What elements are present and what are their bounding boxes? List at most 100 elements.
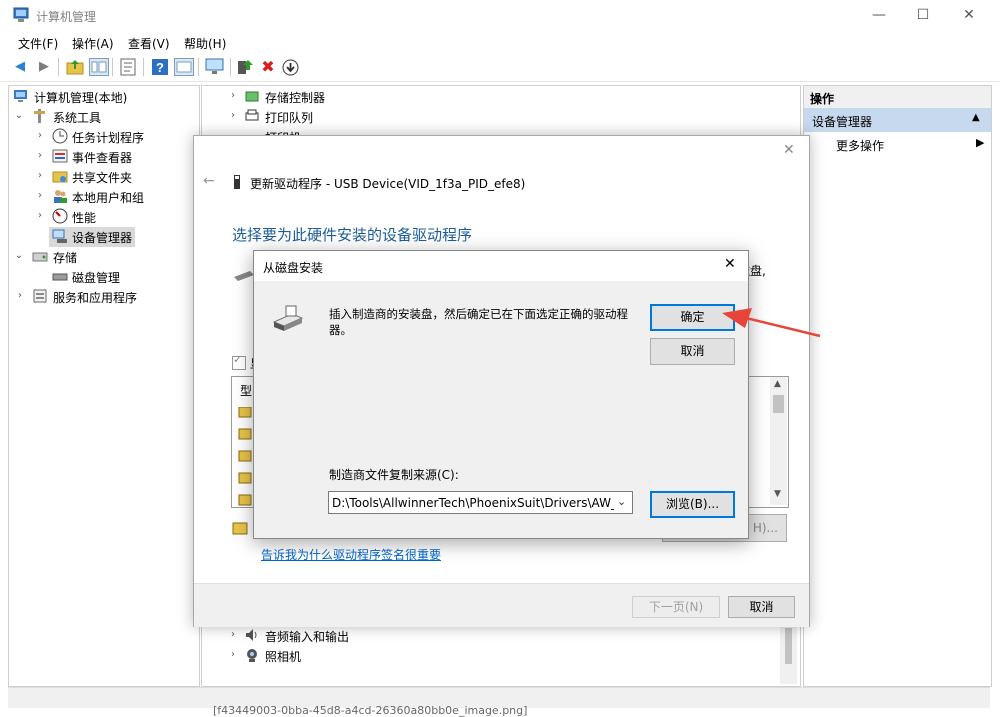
device-category-label: 存储控制器 bbox=[265, 91, 326, 105]
device-category-camera[interactable]: › 照相机 bbox=[202, 646, 782, 666]
console-view-icon[interactable] bbox=[174, 58, 194, 76]
usb-device-icon bbox=[234, 175, 240, 189]
chevron-right-icon[interactable]: › bbox=[34, 190, 46, 201]
chevron-right-icon[interactable]: › bbox=[34, 170, 46, 181]
model-list-scrollbar[interactable]: ▲ ▼ bbox=[770, 377, 787, 505]
camera-icon bbox=[247, 649, 257, 662]
audio-icon bbox=[246, 629, 257, 641]
wizard-cancel-button[interactable]: 取消 bbox=[728, 596, 795, 618]
driver-signing-link[interactable]: 告诉我为什么驱动程序签名很重要 bbox=[261, 546, 441, 563]
scrollbar-thumb[interactable] bbox=[785, 628, 792, 664]
tools-icon bbox=[34, 109, 45, 123]
svg-text:?: ? bbox=[156, 60, 164, 75]
monitor-icon[interactable] bbox=[205, 58, 225, 76]
device-category-storage-controllers[interactable]: › 存储控制器 bbox=[202, 87, 782, 107]
performance-icon bbox=[52, 208, 68, 224]
toolbar-separator bbox=[58, 58, 59, 76]
forward-icon[interactable]: ▶ bbox=[34, 57, 54, 77]
dialog-message-line1: 插入制造商的安装盘，然后确定已在下面选定正确的驱动程 bbox=[329, 307, 628, 321]
help-icon[interactable]: ? bbox=[151, 58, 169, 76]
scroll-down-icon[interactable]: ▼ bbox=[774, 489, 781, 499]
source-label: 制造商文件复制来源(C): bbox=[329, 468, 459, 482]
wizard-heading: 选择要为此硬件安装的设备驱动程序 bbox=[232, 226, 473, 244]
properties-icon[interactable] bbox=[119, 58, 137, 76]
services-icon bbox=[33, 289, 47, 303]
scan-hardware-icon[interactable] bbox=[282, 59, 299, 76]
users-icon bbox=[54, 190, 67, 203]
tree-item-computer-management[interactable]: 计算机管理(本地) bbox=[9, 87, 197, 107]
status-bar: [f43449003-0bba-45d8-a4cd-26360a80bb0e_i… bbox=[8, 687, 990, 717]
device-category-label: 照相机 bbox=[265, 650, 302, 664]
back-arrow-icon[interactable]: ← bbox=[203, 173, 215, 189]
title-bar: 计算机管理 — ☐ ✕ bbox=[0, 0, 1000, 31]
show-hide-tree-icon[interactable] bbox=[89, 58, 109, 76]
chevron-right-icon[interactable]: › bbox=[14, 290, 26, 301]
tree-item-storage[interactable]: ⌄ 存储 bbox=[9, 247, 197, 267]
tree-item-performance[interactable]: › 性能 bbox=[9, 207, 197, 227]
toolbar: ◀ ▶ ? ✖ bbox=[0, 53, 1000, 82]
tree-label: 性能 bbox=[72, 211, 97, 225]
source-path-value: D:\Tools\AllwinnerTech\PhoenixSuit\Drive… bbox=[332, 496, 614, 510]
more-actions-label: 更多操作 bbox=[836, 139, 885, 153]
tree-item-disk-management[interactable]: 磁盘管理 bbox=[9, 267, 197, 287]
chevron-right-icon[interactable]: › bbox=[227, 649, 239, 660]
tree-label: 事件查看器 bbox=[72, 151, 133, 165]
dialog-close-icon[interactable]: ✕ bbox=[724, 256, 736, 272]
tree-item-device-manager[interactable]: 设备管理器 bbox=[49, 227, 135, 247]
tree-item-shared-folders[interactable]: › 共享文件夹 bbox=[9, 167, 197, 187]
driver-icons-column bbox=[238, 407, 252, 506]
dropdown-arrow-icon[interactable]: ⌄ bbox=[617, 495, 626, 508]
wizard-close-icon[interactable]: ✕ bbox=[783, 142, 795, 158]
menu-action[interactable]: 操作(A) bbox=[72, 35, 114, 52]
close-button[interactable]: ✕ bbox=[946, 0, 992, 31]
signed-driver-icon bbox=[232, 522, 248, 535]
scrollbar-thumb[interactable] bbox=[773, 395, 784, 413]
install-from-disk-dialog: 从磁盘安装 ✕ 插入制造商的安装盘，然后确定已在下面选定正确的驱动程 器。 确定… bbox=[253, 250, 749, 539]
chevron-down-icon[interactable]: ⌄ bbox=[13, 250, 25, 261]
minimize-button[interactable]: — bbox=[856, 0, 902, 31]
menu-help[interactable]: 帮助(H) bbox=[184, 35, 226, 52]
device-category-audio[interactable]: › 音频输入和输出 bbox=[202, 626, 782, 646]
chevron-right-icon[interactable]: › bbox=[34, 150, 46, 161]
maximize-button[interactable]: ☐ bbox=[900, 0, 946, 31]
model-list-header: 型 bbox=[240, 384, 253, 398]
scrollbar[interactable] bbox=[780, 626, 797, 684]
dialog-message-line2: 器。 bbox=[329, 323, 352, 337]
printer-icon bbox=[245, 109, 259, 121]
device-category-label: 音频输入和输出 bbox=[265, 630, 350, 644]
tree-item-event-viewer[interactable]: › 事件查看器 bbox=[9, 147, 197, 167]
actions-header: 操作 bbox=[804, 86, 991, 109]
tree-item-task-scheduler[interactable]: › 任务计划程序 bbox=[9, 127, 197, 147]
chevron-right-icon[interactable]: › bbox=[227, 90, 239, 101]
actions-section[interactable]: 设备管理器 ▲ bbox=[804, 108, 991, 132]
chevron-right-icon[interactable]: › bbox=[227, 629, 239, 640]
tree-label: 服务和应用程序 bbox=[53, 291, 138, 305]
uninstall-icon[interactable]: ✖ bbox=[258, 57, 278, 77]
menu-file[interactable]: 文件(F) bbox=[18, 35, 58, 52]
chevron-down-icon[interactable]: ⌄ bbox=[13, 110, 25, 121]
up-folder-icon[interactable] bbox=[66, 58, 84, 76]
menu-view[interactable]: 查看(V) bbox=[128, 35, 170, 52]
tree-label: 共享文件夹 bbox=[72, 171, 133, 185]
tree-item-local-users[interactable]: › 本地用户和组 bbox=[9, 187, 197, 207]
next-button[interactable]: 下一页(N) bbox=[632, 596, 720, 618]
chevron-right-icon[interactable]: › bbox=[227, 110, 239, 121]
wizard-footer: 下一页(N) 取消 bbox=[194, 583, 809, 627]
tree-item-services-apps[interactable]: › 服务和应用程序 bbox=[9, 287, 197, 307]
dialog-cancel-button[interactable]: 取消 bbox=[650, 338, 735, 365]
tree-label: 系统工具 bbox=[53, 111, 102, 125]
wizard-title: 更新驱动程序 - USB Device(VID_1f3a_PID_efe8) bbox=[250, 177, 526, 191]
update-driver-icon[interactable] bbox=[236, 58, 254, 76]
source-path-combobox[interactable]: D:\Tools\AllwinnerTech\PhoenixSuit\Drive… bbox=[328, 491, 633, 514]
chevron-right-icon[interactable]: › bbox=[34, 130, 46, 141]
back-icon[interactable]: ◀ bbox=[10, 57, 30, 77]
chevron-right-icon[interactable]: › bbox=[34, 210, 46, 221]
collapse-up-icon[interactable]: ▲ bbox=[972, 112, 980, 123]
tree-item-system-tools[interactable]: ⌄ 系统工具 bbox=[9, 107, 197, 127]
more-actions-item[interactable]: 更多操作 ▶ bbox=[804, 134, 991, 154]
disk-icon bbox=[52, 273, 68, 281]
scroll-up-icon[interactable]: ▲ bbox=[774, 379, 781, 389]
shared-folder-icon bbox=[52, 171, 68, 183]
device-category-print-queues[interactable]: › 打印队列 bbox=[202, 107, 782, 127]
browse-button[interactable]: 浏览(B)... bbox=[650, 491, 735, 518]
